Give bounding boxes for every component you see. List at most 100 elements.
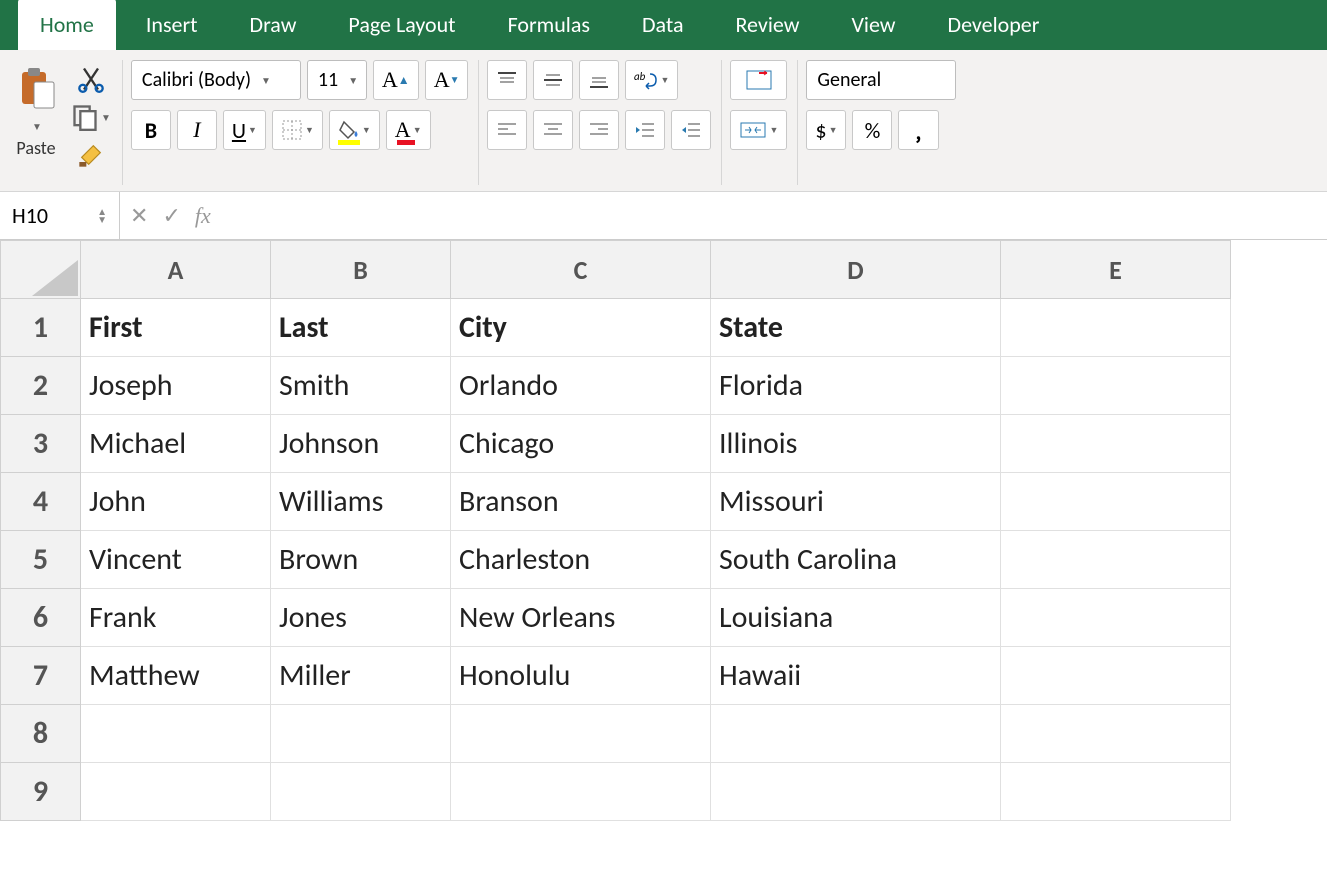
cell-A1[interactable]: First [81, 299, 271, 357]
align-middle-button[interactable] [533, 60, 573, 100]
cell-D4[interactable]: Missouri [711, 473, 1001, 531]
orientation-button[interactable] [730, 60, 787, 100]
tab-formulas[interactable]: Formulas [486, 0, 612, 50]
font-name-select[interactable]: Calibri (Body)▼ [131, 60, 301, 100]
select-all-corner[interactable] [1, 241, 81, 299]
name-box-down-icon[interactable]: ▼ [97, 216, 107, 224]
cell-C6[interactable]: New Orleans [451, 589, 711, 647]
increase-font-button[interactable]: A▲ [373, 60, 419, 100]
cell-A4[interactable]: John [81, 473, 271, 531]
copy-button[interactable]: ▼ [70, 102, 112, 132]
font-size-select[interactable]: 11▼ [307, 60, 367, 100]
cell-A9[interactable] [81, 763, 271, 821]
cell-C2[interactable]: Orlando [451, 357, 711, 415]
tab-data[interactable]: Data [620, 0, 706, 50]
row-header-2[interactable]: 2 [1, 357, 81, 415]
wrap-text-button[interactable]: ab ▼ [625, 60, 678, 100]
cell-E2[interactable] [1001, 357, 1231, 415]
tab-insert[interactable]: Insert [124, 0, 220, 50]
cell-C5[interactable]: Charleston [451, 531, 711, 589]
col-header-C[interactable]: C [451, 241, 711, 299]
paste-dropdown-arrow[interactable]: ▼ [32, 120, 42, 133]
font-color-button[interactable]: A ▼ [386, 110, 431, 150]
cell-A2[interactable]: Joseph [81, 357, 271, 415]
tab-view[interactable]: View [829, 0, 917, 50]
cell-B8[interactable] [271, 705, 451, 763]
cell-C9[interactable] [451, 763, 711, 821]
merge-button[interactable]: ▼ [730, 110, 787, 150]
cell-D5[interactable]: South Carolina [711, 531, 1001, 589]
cell-A5[interactable]: Vincent [81, 531, 271, 589]
cell-A3[interactable]: Michael [81, 415, 271, 473]
tab-draw[interactable]: Draw [228, 0, 319, 50]
decrease-indent-button[interactable] [625, 110, 665, 150]
row-header-6[interactable]: 6 [1, 589, 81, 647]
col-header-D[interactable]: D [711, 241, 1001, 299]
row-header-8[interactable]: 8 [1, 705, 81, 763]
fx-icon[interactable]: fx [195, 203, 211, 229]
col-header-B[interactable]: B [271, 241, 451, 299]
cell-D9[interactable] [711, 763, 1001, 821]
cell-A6[interactable]: Frank [81, 589, 271, 647]
italic-button[interactable]: I [177, 110, 217, 150]
cell-A8[interactable] [81, 705, 271, 763]
cell-E5[interactable] [1001, 531, 1231, 589]
formula-input[interactable] [221, 192, 1327, 239]
borders-button[interactable]: ▼ [272, 110, 323, 150]
name-box[interactable]: H10 ▲▼ [0, 192, 120, 239]
cell-C7[interactable]: Honolulu [451, 647, 711, 705]
row-header-9[interactable]: 9 [1, 763, 81, 821]
comma-style-button[interactable]: ﹐ [898, 110, 938, 150]
align-right-button[interactable] [579, 110, 619, 150]
align-left-button[interactable] [487, 110, 527, 150]
row-header-5[interactable]: 5 [1, 531, 81, 589]
col-header-E[interactable]: E [1001, 241, 1231, 299]
cell-D6[interactable]: Louisiana [711, 589, 1001, 647]
cell-E1[interactable] [1001, 299, 1231, 357]
align-top-button[interactable] [487, 60, 527, 100]
cell-E7[interactable] [1001, 647, 1231, 705]
enter-icon[interactable]: ✓ [162, 202, 180, 229]
row-header-4[interactable]: 4 [1, 473, 81, 531]
cancel-icon[interactable]: ✕ [130, 202, 148, 229]
row-header-3[interactable]: 3 [1, 415, 81, 473]
cell-B9[interactable] [271, 763, 451, 821]
cut-button[interactable] [70, 64, 112, 94]
tab-review[interactable]: Review [713, 0, 821, 50]
format-painter-button[interactable] [70, 140, 112, 170]
cell-E6[interactable] [1001, 589, 1231, 647]
cell-B6[interactable]: Jones [271, 589, 451, 647]
align-bottom-button[interactable] [579, 60, 619, 100]
cell-D2[interactable]: Florida [711, 357, 1001, 415]
cell-A7[interactable]: Matthew [81, 647, 271, 705]
cell-D7[interactable]: Hawaii [711, 647, 1001, 705]
cell-B3[interactable]: Johnson [271, 415, 451, 473]
tab-page-layout[interactable]: Page Layout [326, 0, 477, 50]
col-header-A[interactable]: A [81, 241, 271, 299]
row-header-7[interactable]: 7 [1, 647, 81, 705]
row-header-1[interactable]: 1 [1, 299, 81, 357]
bold-button[interactable]: B [131, 110, 171, 150]
cell-E9[interactable] [1001, 763, 1231, 821]
cell-B4[interactable]: Williams [271, 473, 451, 531]
cell-B2[interactable]: Smith [271, 357, 451, 415]
align-center-button[interactable] [533, 110, 573, 150]
decrease-font-button[interactable]: A▼ [425, 60, 469, 100]
cell-E3[interactable] [1001, 415, 1231, 473]
fill-color-button[interactable]: ▼ [329, 110, 380, 150]
cell-E4[interactable] [1001, 473, 1231, 531]
tab-developer[interactable]: Developer [926, 0, 1062, 50]
number-format-select[interactable]: General [806, 60, 956, 100]
increase-indent-button[interactable] [671, 110, 711, 150]
cell-D8[interactable] [711, 705, 1001, 763]
cell-D3[interactable]: Illinois [711, 415, 1001, 473]
cell-E8[interactable] [1001, 705, 1231, 763]
cell-B7[interactable]: Miller [271, 647, 451, 705]
paste-button[interactable] [8, 60, 64, 116]
cell-C4[interactable]: Branson [451, 473, 711, 531]
cell-C8[interactable] [451, 705, 711, 763]
tab-home[interactable]: Home [18, 0, 116, 50]
cell-C1[interactable]: City [451, 299, 711, 357]
cell-B1[interactable]: Last [271, 299, 451, 357]
cell-D1[interactable]: State [711, 299, 1001, 357]
